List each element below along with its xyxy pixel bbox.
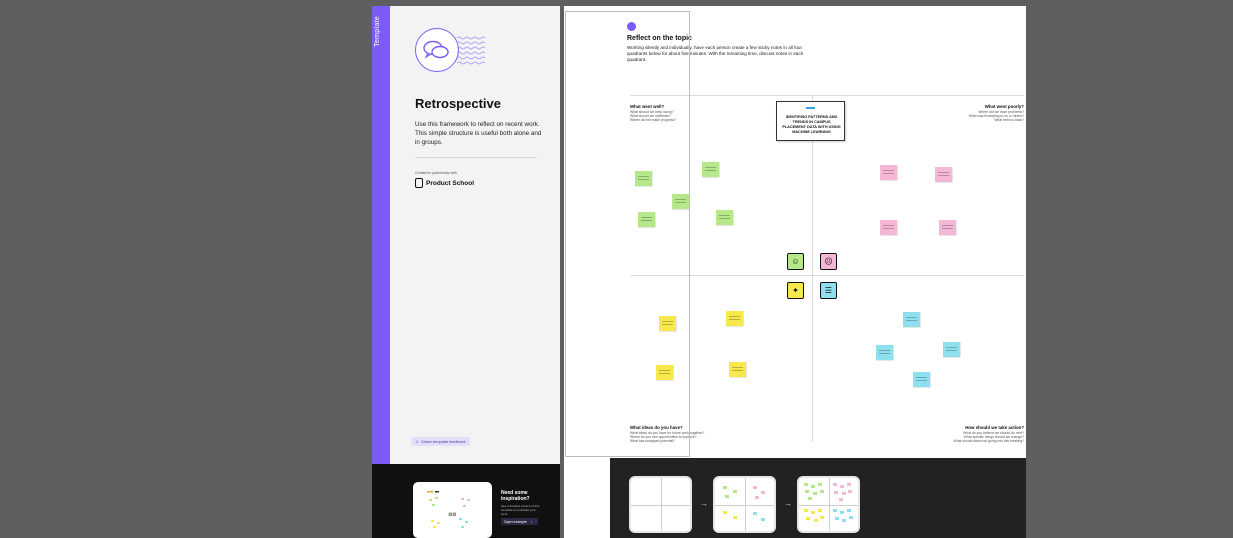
prompt: Where did we make progress? xyxy=(630,118,676,122)
notes-scatter xyxy=(804,483,853,522)
template-title: Retrospective xyxy=(415,96,501,111)
ideas-heading: What ideas do you have? xyxy=(630,425,683,430)
sticky-note-blue[interactable] xyxy=(943,342,960,357)
prompt: What has untapped potential? xyxy=(630,439,676,443)
template-tag: Template xyxy=(374,16,381,47)
share-feedback-button[interactable]: ☺ Share template feedback xyxy=(411,437,470,446)
sticky-note-yellow[interactable] xyxy=(726,311,743,326)
sticky-note-pink[interactable] xyxy=(880,165,897,180)
template-description: Use this framework to reflect on recent … xyxy=(415,121,542,146)
checklist-icon: ☰ xyxy=(820,282,837,299)
smile-icon: ☺ xyxy=(787,253,804,270)
topic-card-accent xyxy=(806,107,815,109)
waves-decoration-icon xyxy=(457,36,486,65)
sticky-note-green[interactable] xyxy=(638,212,655,227)
ideas-prompts: What ideas do you have for future work t… xyxy=(630,431,725,443)
sticky-note-yellow[interactable] xyxy=(729,362,746,377)
feedback-icon: ☺ xyxy=(415,439,420,444)
vertical-axis xyxy=(812,95,813,442)
inspiration-panel: Need some inspiration? See a finished ve… xyxy=(372,464,560,538)
went-well-prompts: What should we keep doing? What should w… xyxy=(630,110,710,122)
inspiration-title: Need some inspiration? xyxy=(501,490,530,502)
grid-line xyxy=(660,478,662,531)
sticky-note-green[interactable] xyxy=(716,210,733,225)
template-panel: Retrospective Use this framework to refl… xyxy=(390,6,560,464)
open-example-button[interactable]: Open example › xyxy=(501,518,538,525)
speech-bubbles-icon xyxy=(415,28,459,72)
step-preview-empty[interactable] xyxy=(629,476,692,533)
sticky-note-green[interactable] xyxy=(672,194,689,209)
template-accent-bar: Template xyxy=(372,6,390,464)
take-action-prompts: What do you believe we should do next? W… xyxy=(914,431,1025,443)
partner-name: Product School xyxy=(426,179,475,187)
topic-card-text: IDENTIFING PATTERNS AND TRENDS IN CAMPUS… xyxy=(782,115,841,134)
sticky-note-yellow[interactable] xyxy=(656,365,673,380)
went-poorly-prompts: Where did we have problems? What was fru… xyxy=(934,110,1024,122)
sticky-note-pink[interactable] xyxy=(880,220,897,235)
created-in-partnership-label: Created in partnership with xyxy=(415,171,457,175)
frown-icon: ☹ xyxy=(820,253,837,270)
feedback-label: Share template feedback xyxy=(421,439,466,444)
sticky-note-yellow[interactable] xyxy=(659,316,676,331)
top-divider xyxy=(630,95,1024,96)
product-school-icon xyxy=(415,178,423,188)
prompt: What should stand out going into this me… xyxy=(953,439,1025,443)
open-example-label: Open example xyxy=(504,519,527,524)
step-preview-some-notes[interactable] xyxy=(713,476,776,533)
sticky-note-blue[interactable] xyxy=(903,312,920,327)
take-action-heading: How should we take action? xyxy=(965,425,1024,430)
sticky-note-green[interactable] xyxy=(635,171,652,186)
horizontal-axis xyxy=(630,275,1024,276)
step-preview-full-notes[interactable] xyxy=(797,476,860,533)
divider xyxy=(415,157,537,158)
step-title: Reflect on the topic xyxy=(627,35,692,42)
sticky-note-green[interactable] xyxy=(702,162,719,177)
arrow-right-icon: → xyxy=(700,499,708,508)
sticky-note-blue[interactable] xyxy=(913,372,930,387)
step-description: Working silently and individually, have … xyxy=(627,45,804,62)
topic-card[interactable]: IDENTIFING PATTERNS AND TRENDS IN CAMPUS… xyxy=(776,101,845,141)
sticky-note-blue[interactable] xyxy=(876,345,893,360)
inspiration-description: See a finished version of this template … xyxy=(501,504,540,516)
step-marker xyxy=(627,22,636,31)
lightbulb-icon: ✦ xyxy=(787,282,804,299)
arrow-right-icon: → xyxy=(784,499,792,508)
example-thumbnail[interactable] xyxy=(413,482,492,538)
arrow-right-icon: › xyxy=(530,519,532,524)
went-poorly-heading: What went poorly? xyxy=(984,104,1024,109)
went-well-heading: What went well? xyxy=(630,104,665,109)
sticky-note-pink[interactable] xyxy=(939,220,956,235)
partner-logo[interactable]: Product School xyxy=(415,178,474,188)
sticky-note-pink[interactable] xyxy=(935,167,952,182)
notes-scatter xyxy=(723,486,765,521)
prompt: What held us back? xyxy=(994,118,1024,122)
